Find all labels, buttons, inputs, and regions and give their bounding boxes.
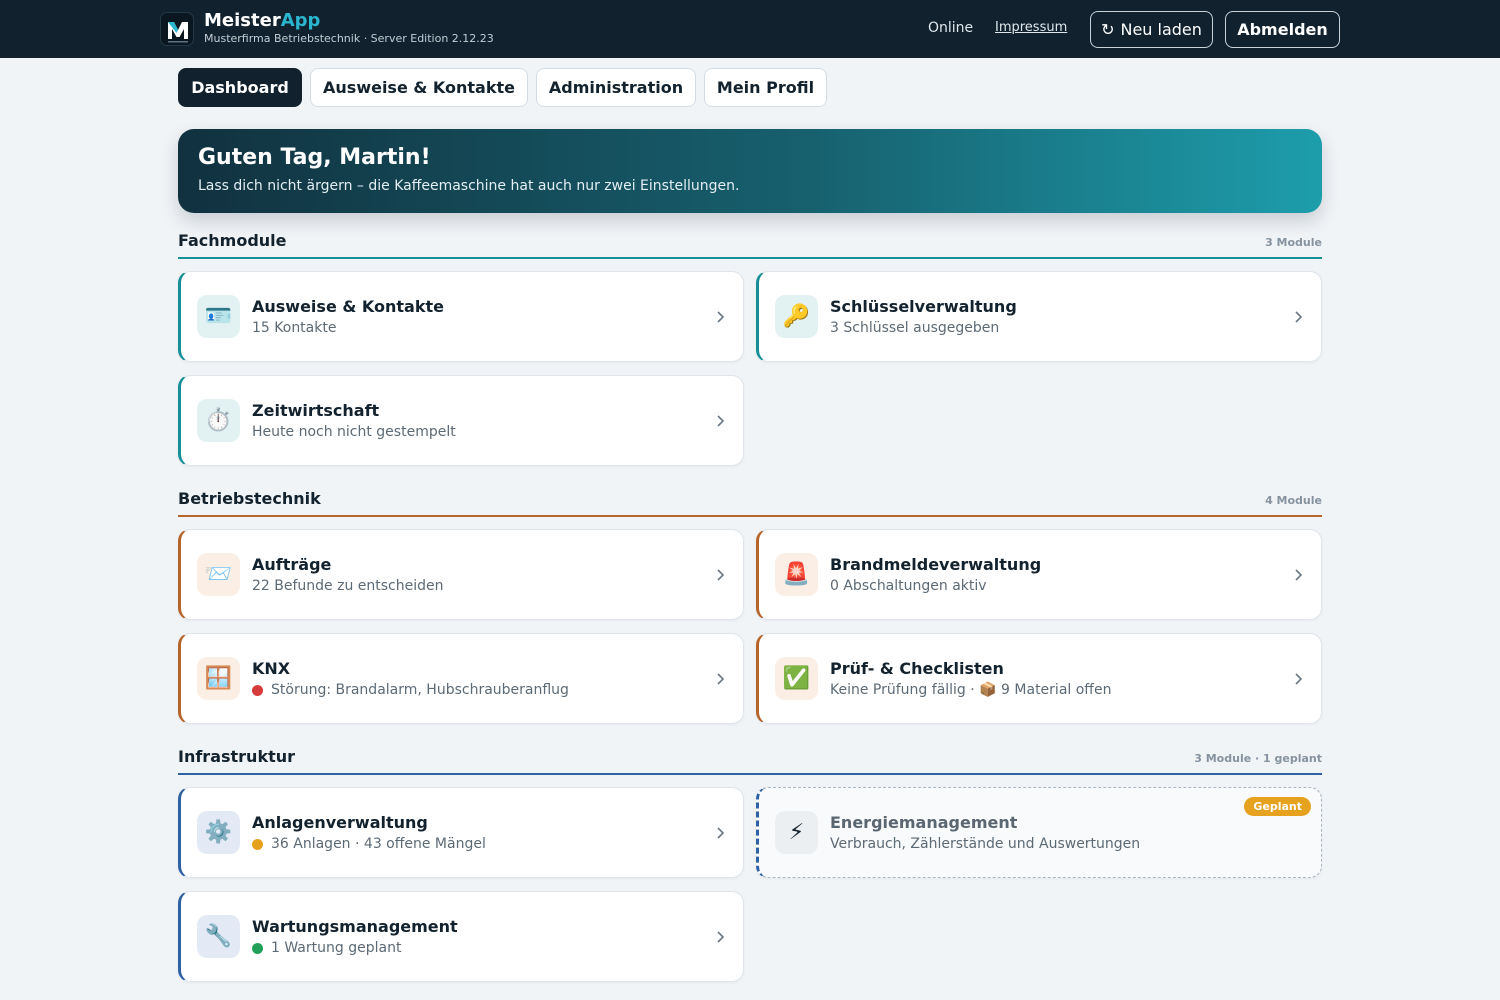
module-card-knx[interactable]: 🪟 KNX Störung: Brandalarm, Hubschraubera… <box>178 633 744 724</box>
chevron-right-icon <box>717 311 725 323</box>
section-divider <box>178 515 1322 517</box>
module-subtitle: 15 Kontakte <box>252 320 336 336</box>
module-card-brandmeldeverwaltung[interactable]: 🚨 Brandmeldeverwaltung 0 Abschaltungen a… <box>756 529 1322 620</box>
module-subtitle-text: Heute noch nicht gestempelt <box>252 424 456 440</box>
siren-icon: 🚨 <box>775 553 818 596</box>
module-subtitle: 0 Abschaltungen aktiv <box>830 578 987 594</box>
module-title: Prüf- & Checklisten <box>830 659 1004 678</box>
app-logo[interactable] <box>160 12 194 46</box>
module-card-energiemanagement: Geplant ⚡ Energiemanagement Verbrauch, Z… <box>756 787 1322 878</box>
module-subtitle-text: 15 Kontakte <box>252 320 337 336</box>
reload-icon: ↻ <box>1101 20 1115 39</box>
check-icon: ✅ <box>775 657 818 700</box>
reload-label: Neu laden <box>1120 20 1202 39</box>
wrench-icon: 🔧 <box>197 915 240 958</box>
module-title: Ausweise & Kontakte <box>252 297 444 316</box>
envelope-icon: 📨 <box>197 553 240 596</box>
module-card-auftraege[interactable]: 📨 Aufträge 22 Befunde zu entscheiden <box>178 529 744 620</box>
module-title: Zeitwirtschaft <box>252 401 380 420</box>
tab-mein-profil[interactable]: Mein Profil <box>704 68 827 107</box>
status-dot-red <box>252 684 263 696</box>
chevron-right-icon <box>717 415 725 427</box>
module-subtitle-text: 1 Wartung geplant <box>271 940 402 956</box>
module-subtitle: Störung: Brandalarm, Hubschrauberanflug <box>252 682 569 698</box>
section-count-fachmodule: 3 Module <box>1265 236 1322 249</box>
module-card-anlagenverwaltung[interactable]: ⚙️ Anlagenverwaltung 36 Anlagen · 43 off… <box>178 787 744 878</box>
key-icon: 🔑 <box>775 295 818 338</box>
top-bar: MeisterApp Musterfirma Betriebstechnik ·… <box>0 0 1500 58</box>
module-subtitle-text: 22 Befunde zu entscheiden <box>252 578 444 594</box>
section-count-betriebstechnik: 4 Module <box>1265 494 1322 507</box>
module-subtitle: 22 Befunde zu entscheiden <box>252 578 444 594</box>
module-subtitle: Heute noch nicht gestempelt <box>252 424 456 440</box>
module-card-schluesselverwaltung[interactable]: 🔑 Schlüsselverwaltung 3 Schlüssel ausgeg… <box>756 271 1322 362</box>
tab-ausweise-kontakte[interactable]: Ausweise & Kontakte <box>310 68 528 107</box>
module-subtitle-text: 0 Abschaltungen aktiv <box>830 578 987 594</box>
chevron-right-icon <box>717 569 725 581</box>
module-title: Brandmeldeverwaltung <box>830 555 1042 574</box>
impressum-link[interactable]: Impressum <box>995 20 1067 35</box>
connection-status: Online <box>928 20 974 36</box>
module-subtitle-text: 3 Schlüssel ausgegeben <box>830 320 1000 336</box>
module-title: Wartungsmanagement <box>252 917 458 936</box>
module-subtitle: 36 Anlagen · 43 offene Mängel <box>252 836 486 852</box>
module-title: KNX <box>252 659 291 678</box>
chevron-right-icon <box>1295 569 1303 581</box>
section-divider <box>178 257 1322 259</box>
module-card-wartungsmanagement[interactable]: 🔧 Wartungsmanagement 1 Wartung geplant <box>178 891 744 982</box>
logo-m-icon <box>168 22 188 43</box>
app-name-main: Meister <box>204 10 281 31</box>
chevron-right-icon <box>717 827 725 839</box>
module-subtitle-text: 36 Anlagen · 43 offene Mängel <box>271 836 486 852</box>
lightning-icon: ⚡ <box>775 811 818 854</box>
window-icon: 🪟 <box>197 657 240 700</box>
logout-button[interactable]: Abmelden <box>1225 11 1340 48</box>
id-card-icon: 🪪 <box>197 295 240 338</box>
stopwatch-icon: ⏱️ <box>197 399 240 442</box>
module-card-ausweise-kontakte[interactable]: 🪪 Ausweise & Kontakte 15 Kontakte <box>178 271 744 362</box>
section-title-betriebstechnik: Betriebstechnik <box>178 489 321 508</box>
welcome-subtitle: Lass dich nicht ärgern – die Kaffeemasch… <box>198 178 740 194</box>
gear-icon: ⚙️ <box>197 811 240 854</box>
app-name: MeisterApp <box>204 10 320 32</box>
chevron-right-icon <box>1295 673 1303 685</box>
module-subtitle: 3 Schlüssel ausgegeben <box>830 320 999 336</box>
chevron-right-icon <box>717 673 725 685</box>
chevron-right-icon <box>717 931 725 943</box>
section-divider <box>178 773 1322 775</box>
section-title-infrastruktur: Infrastruktur <box>178 747 296 766</box>
module-subtitle: Keine Prüfung fällig · 📦 9 Material offe… <box>830 682 1111 698</box>
module-title: Anlagenverwaltung <box>252 813 428 832</box>
tab-administration[interactable]: Administration <box>536 68 696 107</box>
module-subtitle: Verbrauch, Zählerstände und Auswertungen <box>830 836 1140 852</box>
tab-dashboard[interactable]: Dashboard <box>178 68 302 107</box>
welcome-title: Guten Tag, Martin! <box>198 145 431 170</box>
app-subtitle: Musterfirma Betriebstechnik · Server Edi… <box>204 32 494 45</box>
status-dot-green <box>252 942 263 954</box>
module-title: Aufträge <box>252 555 332 574</box>
module-card-pruef-checklisten[interactable]: ✅ Prüf- & Checklisten Keine Prüfung fäll… <box>756 633 1322 724</box>
module-title: Energiemanagement <box>830 813 1018 832</box>
app-name-accent: App <box>280 10 321 31</box>
module-subtitle-text: Verbrauch, Zählerstände und Auswertungen <box>830 836 1141 852</box>
module-title: Schlüsselverwaltung <box>830 297 1017 316</box>
status-dot-yellow <box>252 838 263 850</box>
welcome-banner: Guten Tag, Martin! Lass dich nicht ärger… <box>178 129 1322 213</box>
section-title-fachmodule: Fachmodule <box>178 231 287 250</box>
module-card-zeitwirtschaft[interactable]: ⏱️ Zeitwirtschaft Heute noch nicht geste… <box>178 375 744 466</box>
reload-button[interactable]: ↻ Neu laden <box>1090 11 1213 48</box>
module-subtitle-text: Störung: Brandalarm, Hubschrauberanflug <box>271 682 569 698</box>
module-subtitle-text: Keine Prüfung fällig · 📦 9 Material offe… <box>830 682 1112 698</box>
section-count-infrastruktur: 3 Module · 1 geplant <box>1194 752 1322 765</box>
module-subtitle: 1 Wartung geplant <box>252 940 401 956</box>
chevron-right-icon <box>1295 311 1303 323</box>
planned-badge: Geplant <box>1244 797 1311 816</box>
